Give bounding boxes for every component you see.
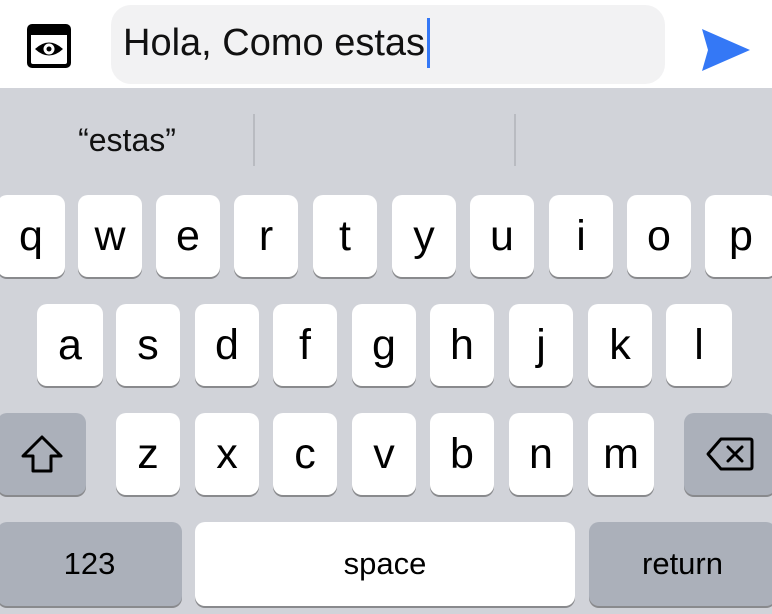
key-label: m <box>603 429 639 478</box>
key-z[interactable]: z <box>116 413 180 495</box>
return-key[interactable]: return <box>589 522 772 606</box>
key-label: r <box>258 211 274 260</box>
send-arrow-icon <box>702 29 750 71</box>
key-label: v <box>373 429 395 478</box>
key-label: x <box>216 429 238 478</box>
key-label: o <box>647 211 671 260</box>
key-i[interactable]: i <box>549 195 613 277</box>
key-v[interactable]: v <box>352 413 416 495</box>
space-key[interactable]: space <box>195 522 575 606</box>
send-button[interactable] <box>700 27 752 73</box>
key-u[interactable]: u <box>470 195 534 277</box>
compose-bar: Hola, Como estas <box>0 0 772 88</box>
key-label: s <box>137 320 159 369</box>
text-caret <box>427 18 431 68</box>
key-p[interactable]: p <box>705 195 772 277</box>
key-y[interactable]: y <box>392 195 456 277</box>
key-label: u <box>490 211 514 260</box>
eye-icon[interactable] <box>25 22 73 70</box>
key-f[interactable]: f <box>273 304 337 386</box>
suggestion-1[interactable]: “estas” <box>0 88 254 193</box>
key-l[interactable]: l <box>666 304 732 386</box>
key-o[interactable]: o <box>627 195 691 277</box>
key-label: j <box>536 320 546 369</box>
key-label: h <box>450 320 474 369</box>
suggestion-2[interactable] <box>256 88 514 193</box>
key-r[interactable]: r <box>234 195 298 277</box>
shift-key[interactable] <box>0 413 86 495</box>
key-label: i <box>576 211 586 260</box>
key-g[interactable]: g <box>352 304 416 386</box>
key-n[interactable]: n <box>509 413 573 495</box>
key-label: y <box>413 211 435 260</box>
key-q[interactable]: q <box>0 195 65 277</box>
key-h[interactable]: h <box>430 304 494 386</box>
key-label: d <box>215 320 239 369</box>
key-label: p <box>729 211 753 260</box>
key-label: w <box>94 211 126 260</box>
key-label: l <box>694 320 704 369</box>
key-label: t <box>339 211 351 260</box>
return-key-label: return <box>642 546 723 581</box>
key-d[interactable]: d <box>195 304 259 386</box>
suggestion-divider <box>253 114 255 166</box>
delete-key[interactable] <box>684 413 772 495</box>
key-label: k <box>609 320 631 369</box>
key-label: c <box>294 429 316 478</box>
key-w[interactable]: w <box>78 195 142 277</box>
key-label: f <box>299 320 311 369</box>
key-label: z <box>137 429 159 478</box>
shift-arrow-icon <box>21 435 62 473</box>
space-key-label: space <box>343 546 427 581</box>
key-label: b <box>450 429 474 478</box>
numbers-key-label: 123 <box>63 546 116 581</box>
key-s[interactable]: s <box>116 304 180 386</box>
numbers-key[interactable]: 123 <box>0 522 182 606</box>
key-t[interactable]: t <box>313 195 377 277</box>
message-input[interactable]: Hola, Como estas <box>111 5 665 84</box>
key-m[interactable]: m <box>588 413 654 495</box>
key-e[interactable]: e <box>156 195 220 277</box>
key-label: a <box>58 320 82 369</box>
key-b[interactable]: b <box>430 413 494 495</box>
key-j[interactable]: j <box>509 304 573 386</box>
message-text-wrap: Hola, Como estas <box>123 18 431 68</box>
key-x[interactable]: x <box>195 413 259 495</box>
suggestion-bar: “estas” <box>0 88 772 193</box>
suggestion-divider <box>514 114 516 166</box>
key-label: q <box>19 211 43 260</box>
key-label: e <box>176 211 200 260</box>
message-text: Hola, Como estas <box>123 22 426 64</box>
key-a[interactable]: a <box>37 304 103 386</box>
key-label: n <box>529 429 553 478</box>
suggestion-3[interactable] <box>517 88 772 193</box>
key-label: g <box>372 320 396 369</box>
key-c[interactable]: c <box>273 413 337 495</box>
backspace-icon <box>706 437 754 471</box>
key-k[interactable]: k <box>588 304 652 386</box>
